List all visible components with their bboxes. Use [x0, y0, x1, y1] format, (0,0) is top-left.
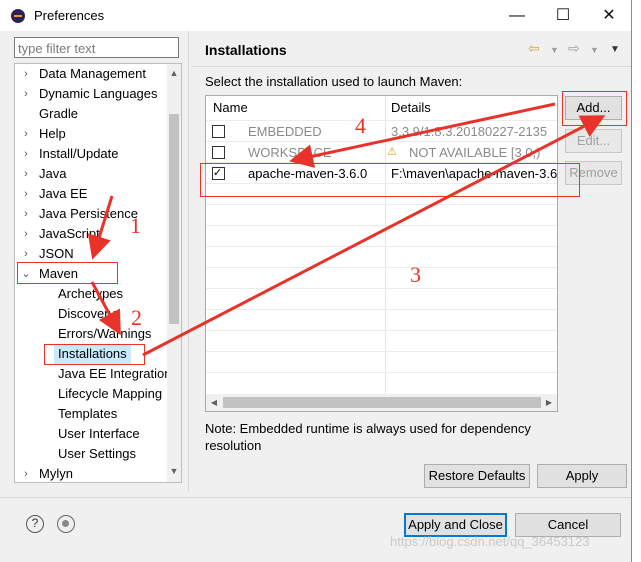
- annotation-number-1: 1: [130, 213, 141, 238]
- annotation-arrow-4: [289, 102, 556, 168]
- annotation-box-apache-maven: [200, 163, 580, 197]
- annotation-box-maven: [17, 262, 118, 284]
- watermark-text: https://blog.csdn.net/qq_36453123: [390, 534, 590, 549]
- annotation-number-3: 3: [410, 262, 421, 287]
- annotation-number-2: 2: [131, 305, 142, 330]
- annotation-box-installations: [44, 344, 145, 365]
- annotation-box-add: [562, 91, 627, 126]
- annotation-arrow-2: [90, 281, 121, 336]
- annotation-arrow-3: [142, 115, 606, 357]
- annotation-arrow-1: [87, 195, 114, 260]
- annotation-number-4: 4: [355, 113, 366, 138]
